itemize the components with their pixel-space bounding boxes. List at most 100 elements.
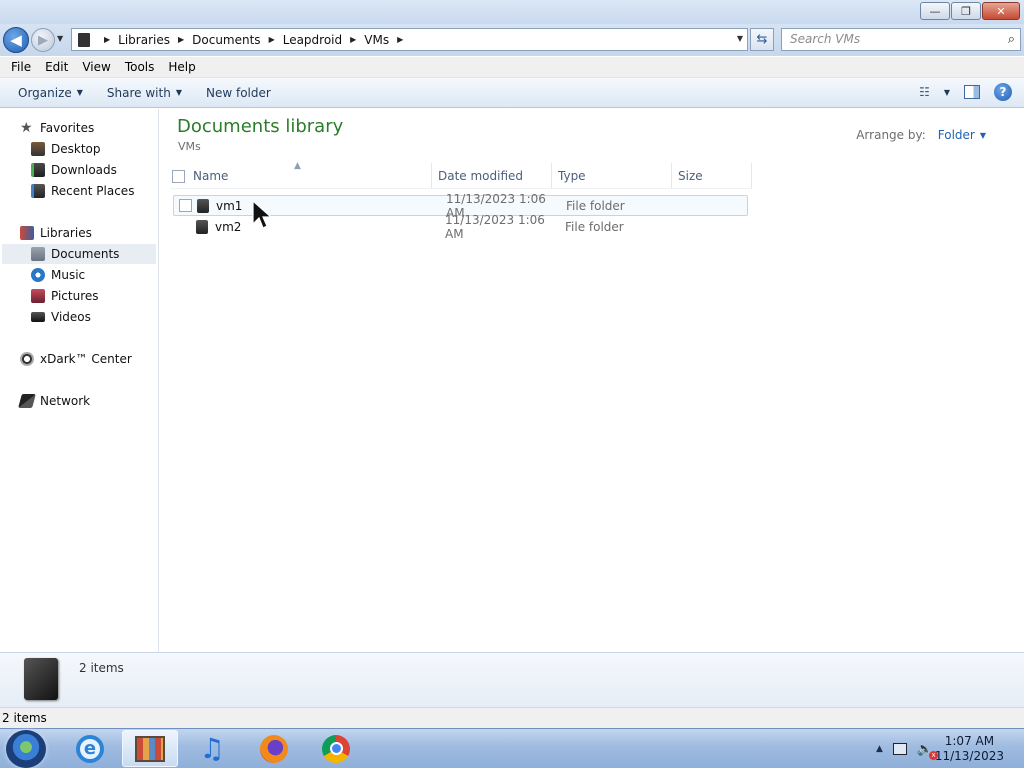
nav-music[interactable]: Music: [31, 265, 85, 285]
nav-recent-places[interactable]: Recent Places: [31, 181, 134, 201]
taskbar-music[interactable]: ♫: [184, 730, 240, 767]
back-arrow-icon: ◀: [10, 31, 22, 49]
star-icon: ★: [20, 120, 33, 136]
column-size[interactable]: Size: [672, 163, 752, 189]
clock[interactable]: 1:07 AM 11/13/2023: [935, 734, 1004, 764]
menu-edit[interactable]: Edit: [38, 60, 75, 74]
file-name: vm1: [216, 198, 243, 213]
chevron-right-icon[interactable]: ▶: [350, 35, 356, 44]
nav-xdark-center[interactable]: xDark™ Center: [20, 349, 132, 369]
organize-label: Organize: [18, 85, 72, 100]
maximize-button[interactable]: ❐: [951, 2, 981, 20]
chevron-right-icon[interactable]: ▶: [269, 35, 275, 44]
menu-file[interactable]: File: [4, 60, 38, 74]
file-name: vm2: [215, 219, 242, 234]
column-date-modified[interactable]: Date modified: [432, 163, 552, 189]
close-button[interactable]: ✕: [982, 2, 1020, 20]
desktop-icon: [31, 142, 45, 156]
refresh-icon: ⇆: [756, 32, 768, 47]
file-date: 11/13/2023 1:06 AM: [445, 212, 545, 241]
network-status-icon[interactable]: [892, 743, 907, 755]
address-dropdown-icon[interactable]: ▼: [737, 34, 743, 43]
chevron-right-icon[interactable]: ▶: [397, 35, 403, 44]
library-title: Documents library: [177, 116, 344, 137]
view-options-dropdown-icon[interactable]: ▼: [944, 88, 950, 97]
menu-help[interactable]: Help: [161, 60, 202, 74]
nav-pictures[interactable]: Pictures: [31, 286, 99, 306]
nav-videos[interactable]: Videos: [31, 307, 91, 327]
nav-xdark-center-label: xDark™ Center: [40, 352, 132, 366]
menu-bar: File Edit View Tools Help: [0, 57, 1024, 78]
volume-muted-icon[interactable]: 🔈 x: [917, 742, 939, 760]
show-hidden-icons-icon[interactable]: ▲: [876, 744, 883, 754]
taskbar-firefox[interactable]: [246, 730, 302, 767]
folder-location-icon: [78, 32, 90, 47]
folder-icon: [197, 198, 209, 213]
back-button[interactable]: ◀: [3, 27, 29, 53]
nav-desktop-label: Desktop: [51, 142, 101, 156]
nav-desktop[interactable]: Desktop: [31, 139, 101, 159]
taskbar-windows-explorer[interactable]: [122, 730, 178, 767]
caret-down-icon: ▼: [175, 88, 182, 97]
search-input[interactable]: [790, 32, 990, 46]
help-icon[interactable]: ?: [994, 83, 1012, 101]
row-checkbox[interactable]: [179, 199, 192, 212]
minimize-button[interactable]: —: [920, 2, 950, 20]
arrange-by-value: Folder: [937, 128, 975, 142]
chevron-right-icon[interactable]: ▶: [104, 35, 110, 44]
menu-tools[interactable]: Tools: [118, 60, 162, 74]
breadcrumb-vms[interactable]: VMs: [364, 33, 389, 47]
column-type[interactable]: Type: [552, 163, 672, 189]
recent-pages-dropdown[interactable]: ▼: [57, 34, 63, 43]
arrange-by: Arrange by: Folder ▼: [856, 128, 986, 142]
nav-libraries[interactable]: Libraries: [20, 223, 92, 243]
firefox-icon: [260, 734, 288, 763]
change-view-icon[interactable]: ☷: [919, 85, 930, 99]
status-item-count: 2 items: [2, 711, 47, 725]
column-headers: Name ▲ Date modified Type Size: [170, 161, 752, 189]
column-type-label: Type: [558, 169, 586, 183]
address-bar[interactable]: ▶ Libraries ▶ Documents ▶ Leapdroid ▶ VM…: [71, 28, 748, 51]
start-button[interactable]: [6, 730, 46, 768]
library-subtitle: VMs: [178, 140, 201, 153]
pictures-icon: [31, 289, 45, 303]
taskbar-internet-explorer[interactable]: e: [62, 730, 118, 767]
search-box[interactable]: ⌕: [781, 28, 1021, 51]
select-all-checkbox[interactable]: [172, 169, 185, 183]
new-folder-button[interactable]: New folder: [198, 86, 279, 100]
organize-button[interactable]: Organize ▼: [10, 86, 91, 100]
search-icon[interactable]: ⌕: [1008, 32, 1015, 47]
documents-icon: [31, 247, 45, 261]
clock-date: 11/13/2023: [934, 749, 1004, 763]
navigation-pane: ★ Favorites Desktop Downloads Recent Pla…: [0, 109, 159, 652]
arrange-by-dropdown[interactable]: Folder ▼: [938, 128, 986, 142]
preview-pane-icon[interactable]: [964, 85, 980, 99]
mouse-cursor-icon: [252, 200, 273, 229]
nav-downloads[interactable]: Downloads: [31, 160, 117, 180]
forward-button[interactable]: ▶: [31, 28, 55, 52]
windows-explorer-icon: [135, 735, 165, 762]
chevron-right-icon[interactable]: ▶: [178, 35, 184, 44]
menu-view[interactable]: View: [75, 60, 117, 74]
videos-icon: [31, 312, 45, 322]
arrange-by-label: Arrange by:: [856, 128, 926, 142]
column-name[interactable]: Name ▲: [170, 161, 432, 189]
folder-icon: [196, 219, 208, 234]
breadcrumb-libraries[interactable]: Libraries: [118, 33, 170, 47]
nav-recent-places-label: Recent Places: [51, 184, 135, 198]
nav-network[interactable]: Network: [18, 391, 90, 411]
nav-favorites[interactable]: ★ Favorites: [20, 118, 94, 138]
internet-explorer-icon: e: [76, 734, 104, 763]
downloads-icon: [31, 163, 45, 177]
breadcrumb-leapdroid[interactable]: Leapdroid: [283, 33, 342, 47]
breadcrumb-documents[interactable]: Documents: [192, 33, 260, 47]
share-with-button[interactable]: Share with ▼: [99, 86, 190, 100]
taskbar-chrome[interactable]: [308, 730, 364, 767]
nav-documents[interactable]: Documents: [2, 244, 156, 264]
file-list-pane: Documents library VMs Arrange by: Folder…: [160, 109, 1024, 652]
refresh-button[interactable]: ⇆: [750, 28, 774, 51]
nav-downloads-label: Downloads: [51, 163, 117, 177]
window-controls: — ❐ ✕: [920, 2, 1020, 20]
nav-documents-label: Documents: [51, 247, 120, 261]
sort-up-icon: ▲: [294, 161, 301, 171]
